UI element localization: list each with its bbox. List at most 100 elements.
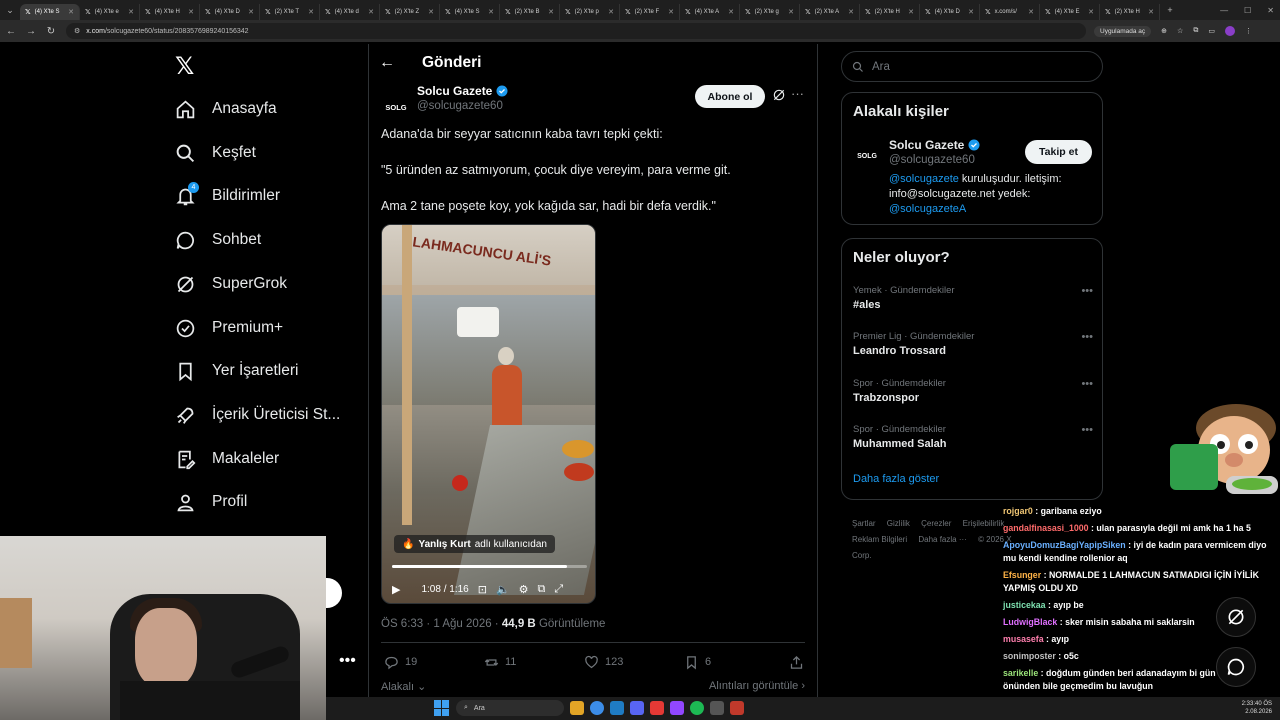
grok-float-button[interactable] (1216, 597, 1256, 637)
footer-link[interactable]: Daha fazla ··· (918, 535, 966, 544)
footer-link[interactable]: Gizlilik (887, 519, 910, 528)
browser-tab[interactable]: 𝕏 (4) X'te A ✕ (680, 3, 740, 20)
view-quotes-link[interactable]: Alıntıları görüntüle › (709, 680, 805, 693)
browser-tab[interactable]: 𝕏 (2) X'te B ✕ (500, 3, 560, 20)
profile-avatar[interactable] (1224, 26, 1235, 36)
show-more-link[interactable]: Daha fazla göster (853, 473, 939, 485)
tab-menu-icon[interactable]: ⌄ (0, 0, 20, 20)
share-icon[interactable] (789, 655, 804, 670)
tab-close-icon[interactable]: ✕ (668, 8, 674, 16)
sidebar-item-bookmarks[interactable]: Yer İşaretleri (175, 356, 298, 386)
browser-tab[interactable]: 𝕏 (2) X'te p ✕ (560, 3, 620, 20)
video-progress-bar[interactable] (392, 565, 587, 568)
sidebar-item-notifications[interactable]: 4 Bildirimler (175, 181, 280, 211)
trend-more-icon[interactable]: ••• (1081, 285, 1093, 297)
trend-more-icon[interactable]: ••• (1081, 424, 1093, 436)
footer-link[interactable]: Erişilebilirlik (963, 519, 1005, 528)
tab-close-icon[interactable]: ✕ (848, 8, 854, 16)
author-avatar[interactable]: SOLG (381, 92, 411, 122)
bio-link[interactable]: @solcugazete (889, 173, 959, 185)
sidebar-item-premium[interactable]: Premium+ (175, 313, 283, 343)
tab-close-icon[interactable]: ✕ (428, 8, 434, 16)
fullscreen-icon[interactable]: ⤢ (554, 583, 563, 596)
reply-button[interactable]: 19 (384, 655, 484, 670)
post-timestamp[interactable]: ÖS 6:33 · 1 Ağu 2026 · (381, 618, 499, 630)
trend-more-icon[interactable]: ••• (1081, 378, 1093, 390)
tab-close-icon[interactable]: ✕ (788, 8, 794, 16)
subscribe-button[interactable]: Abone ol (695, 85, 765, 108)
zoom-icon[interactable]: ⊕ (1161, 27, 1167, 35)
browser-tab[interactable]: 𝕏 (4) X'te d ✕ (320, 3, 380, 20)
related-name[interactable]: Solcu Gazete (889, 138, 980, 152)
trend-item[interactable]: Spor · Gündemdekiler Trabzonspor ••• (853, 378, 1093, 404)
captions-icon[interactable]: ⊡ (478, 583, 487, 596)
browser-tab[interactable]: 𝕏 (2) X'te H ✕ (860, 3, 920, 20)
footer-link[interactable]: Çerezler (921, 519, 951, 528)
sidebar-item-supergrok[interactable]: SuperGrok (175, 269, 287, 299)
browser-tab[interactable]: 𝕏 (4) X'te E ✕ (1040, 3, 1100, 20)
back-icon[interactable]: ← (2, 26, 20, 37)
search-input[interactable]: Ara (841, 51, 1103, 82)
more-options-icon[interactable]: ··· (791, 86, 804, 101)
sidebar-item-home[interactable]: Anasayfa (175, 94, 277, 124)
sidebar-item-creator-studio[interactable]: İçerik Üreticisi St... (175, 400, 340, 430)
forward-icon[interactable]: → (22, 26, 40, 37)
chat-username[interactable]: Efsunger (1003, 570, 1041, 580)
account-menu-icon[interactable]: ••• (339, 652, 356, 670)
tab-close-icon[interactable]: ✕ (908, 8, 914, 16)
browser-tab[interactable]: 𝕏 (4) X'te D ✕ (200, 3, 260, 20)
browser-menu-icon[interactable]: ⋮ (1245, 27, 1252, 35)
edge-icon[interactable] (610, 701, 624, 715)
extensions-icon[interactable]: ⧉ (1193, 27, 1198, 35)
chat-username[interactable]: LudwigBlack (1003, 617, 1057, 627)
tab-close-icon[interactable]: ✕ (968, 8, 974, 16)
like-button[interactable]: 123 (584, 655, 684, 670)
sidebar-toggle-icon[interactable]: ▭ (1208, 27, 1215, 35)
twitch-icon[interactable] (670, 701, 684, 715)
settings-icon[interactable]: ⚙ (519, 583, 529, 596)
author-name[interactable]: Solcu Gazete (417, 84, 508, 98)
file-explorer-icon[interactable] (570, 701, 584, 715)
chat-username[interactable]: sonimposter (1003, 651, 1056, 661)
open-in-app-chip[interactable]: Uygulamada aç (1094, 25, 1152, 37)
tab-close-icon[interactable]: ✕ (1088, 8, 1094, 16)
start-button-icon[interactable] (434, 700, 450, 716)
chat-username[interactable]: musasefa (1003, 634, 1044, 644)
author-handle[interactable]: @solcugazete60 (417, 100, 503, 112)
tab-close-icon[interactable]: ✕ (608, 8, 614, 16)
messages-float-button[interactable] (1216, 647, 1256, 687)
taskbar-clock[interactable]: 2:33:40 ÖS 2.08.2026 (1242, 700, 1272, 716)
trend-more-icon[interactable]: ••• (1081, 331, 1093, 343)
repost-button[interactable]: 11 (484, 655, 584, 670)
tab-close-icon[interactable]: ✕ (68, 8, 74, 16)
related-filter[interactable]: Alakalı ⌄ (381, 680, 426, 693)
minimize-icon[interactable]: — (1220, 6, 1228, 15)
tab-close-icon[interactable]: ✕ (188, 8, 194, 16)
discord-icon[interactable] (630, 701, 644, 715)
chat-username[interactable]: justicekaa (1003, 600, 1046, 610)
tab-close-icon[interactable]: ✕ (368, 8, 374, 16)
bookmark-button[interactable]: 6 (684, 655, 784, 670)
maximize-icon[interactable]: ☐ (1244, 6, 1251, 15)
tab-close-icon[interactable]: ✕ (1148, 8, 1154, 16)
sidebar-item-articles[interactable]: Makaleler (175, 444, 279, 474)
chat-username[interactable]: ApoyuDomuzBagiYapipSiken (1003, 540, 1126, 550)
chat-username[interactable]: gandalfinasasi_1000 (1003, 523, 1089, 533)
trend-item[interactable]: Yemek · Gündemdekiler #ales ••• (853, 285, 1093, 311)
app-icon[interactable] (650, 701, 664, 715)
tab-close-icon[interactable]: ✕ (248, 8, 254, 16)
app-icon[interactable] (710, 701, 724, 715)
browser-tab[interactable]: 𝕏 (2) X'te F ✕ (620, 3, 680, 20)
footer-link[interactable]: Şartlar (852, 519, 876, 528)
tab-close-icon[interactable]: ✕ (548, 8, 554, 16)
new-tab-button[interactable]: + (1160, 0, 1180, 20)
chat-username[interactable]: rojgar0 (1003, 506, 1033, 516)
browser-tab[interactable]: 𝕏 (2) X'te g ✕ (740, 3, 800, 20)
app-icon[interactable] (730, 701, 744, 715)
browser-tab[interactable]: 𝕏 (2) X'te H ✕ (1100, 3, 1160, 20)
x-logo-icon[interactable]: 𝕏 (175, 52, 194, 80)
video-attribution[interactable]: 🔥 Yanlış Kurt adlı kullanıcıdan (394, 535, 555, 553)
footer-link[interactable]: Reklam Bilgileri (852, 535, 907, 544)
taskbar-search[interactable]: ⌕ Ara (456, 700, 564, 716)
chat-username[interactable]: sarikelle (1003, 668, 1038, 678)
